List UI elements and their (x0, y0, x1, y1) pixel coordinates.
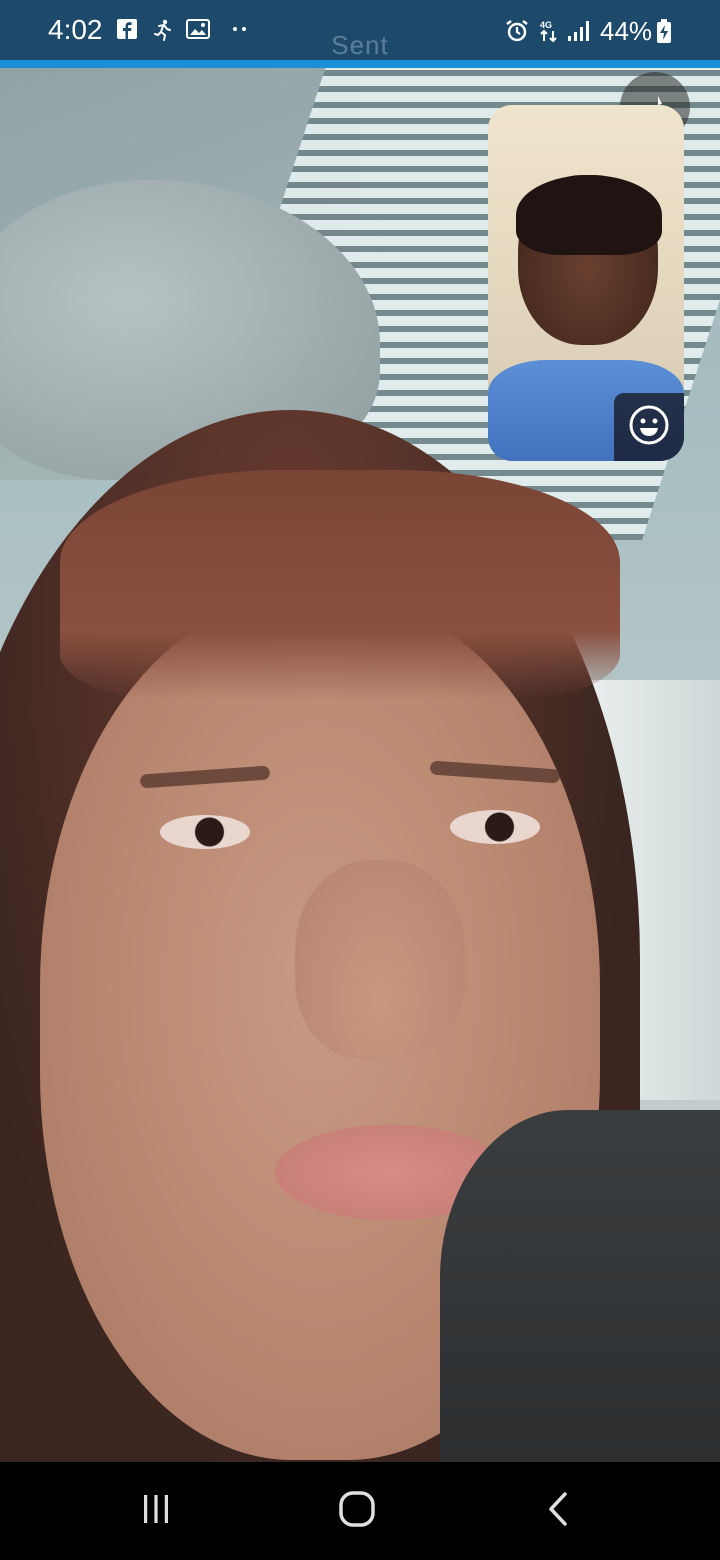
sent-overlay-label: Sent (331, 30, 389, 60)
home-button[interactable] (297, 1462, 417, 1560)
remote-video-pip[interactable] (488, 105, 684, 461)
recent-apps-icon (139, 1492, 173, 1531)
caller-shirt (440, 1110, 720, 1462)
back-icon (543, 1490, 573, 1533)
lens-emoji-button[interactable] (614, 393, 684, 461)
nose (295, 860, 465, 1060)
recent-apps-button[interactable] (96, 1462, 216, 1560)
left-eye (160, 815, 250, 849)
remote-caller-hair (516, 175, 662, 255)
right-eye (450, 810, 540, 844)
video-call-screen: 4:02 4G 44% Sent (0, 0, 720, 1560)
svg-text:4G: 4G (540, 20, 552, 30)
navigation-bar (0, 1462, 720, 1560)
back-button[interactable] (498, 1462, 618, 1560)
home-icon (337, 1489, 377, 1534)
status-accent-line (0, 60, 720, 68)
smiley-icon (627, 403, 671, 452)
caller-bangs (60, 470, 620, 700)
status-bar: 4:02 4G 44% Sent (0, 0, 720, 68)
